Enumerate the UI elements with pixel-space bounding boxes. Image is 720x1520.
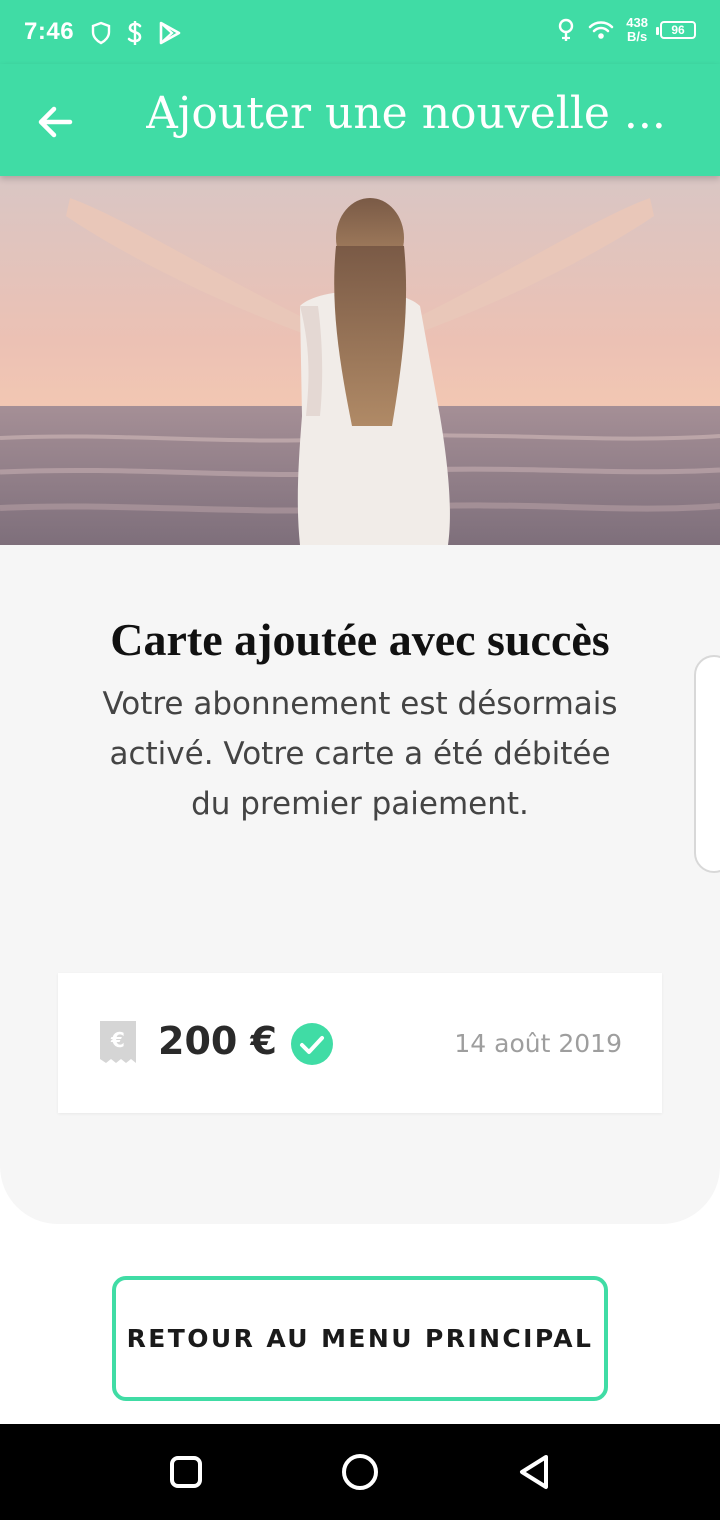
net-speed-unit: B/s — [627, 29, 648, 44]
location-icon — [559, 18, 574, 41]
payment-date: 14 août 2019 — [454, 1029, 622, 1058]
back-nav-button[interactable] — [510, 1448, 558, 1496]
hero-image — [0, 176, 720, 545]
check-circle-icon — [291, 1023, 333, 1065]
success-panel: Carte ajoutée avec succès Votre abonneme… — [0, 545, 720, 1224]
back-button[interactable] — [30, 96, 82, 148]
status-time: 7:46 — [24, 18, 75, 45]
home-button[interactable] — [336, 1448, 384, 1496]
arrow-left-icon — [38, 106, 73, 138]
app-bar: Ajouter une nouvelle ... — [0, 64, 720, 176]
success-title: Carte ajoutée avec succès — [110, 614, 610, 665]
wifi-icon — [588, 21, 614, 39]
net-speed: 438 B/s — [626, 16, 648, 44]
back-to-main-menu-label: RETOUR AU MENU PRINCIPAL — [126, 1324, 594, 1353]
back-triangle-icon — [520, 1455, 548, 1489]
svg-text:€: € — [110, 1028, 125, 1052]
payment-card: € 200 € 14 août 2019 — [58, 973, 662, 1113]
net-speed-value: 438 — [626, 15, 648, 30]
status-right: 438 B/s 96 — [556, 16, 696, 44]
back-to-main-menu-button[interactable]: RETOUR AU MENU PRINCIPAL — [112, 1276, 608, 1401]
navigation-bar — [0, 1424, 720, 1520]
recents-square-icon — [170, 1456, 202, 1488]
euro-receipt-icon: € — [100, 1021, 136, 1063]
screen: 7:46 438 B/s 96 Ajouter une nouvelle ...… — [0, 0, 720, 1520]
page-title: Ajouter une nouvelle ... — [146, 88, 666, 139]
woman-arms-raised-at-sea-photo — [0, 176, 720, 545]
status-bar: 7:46 438 B/s 96 — [0, 0, 720, 64]
status-left-icons — [90, 20, 182, 46]
recents-button[interactable] — [162, 1448, 210, 1496]
shield-icon — [91, 21, 111, 45]
side-drawer-handle[interactable] — [694, 655, 720, 873]
success-message: Votre abonnement est désormais activé. V… — [102, 686, 618, 822]
home-circle-icon — [342, 1454, 378, 1490]
battery-icon: 96 — [656, 21, 696, 39]
battery-level: 96 — [671, 23, 685, 37]
payment-amount: 200 € — [158, 1019, 277, 1063]
dollar-icon — [127, 21, 142, 45]
play-store-icon — [159, 21, 181, 45]
